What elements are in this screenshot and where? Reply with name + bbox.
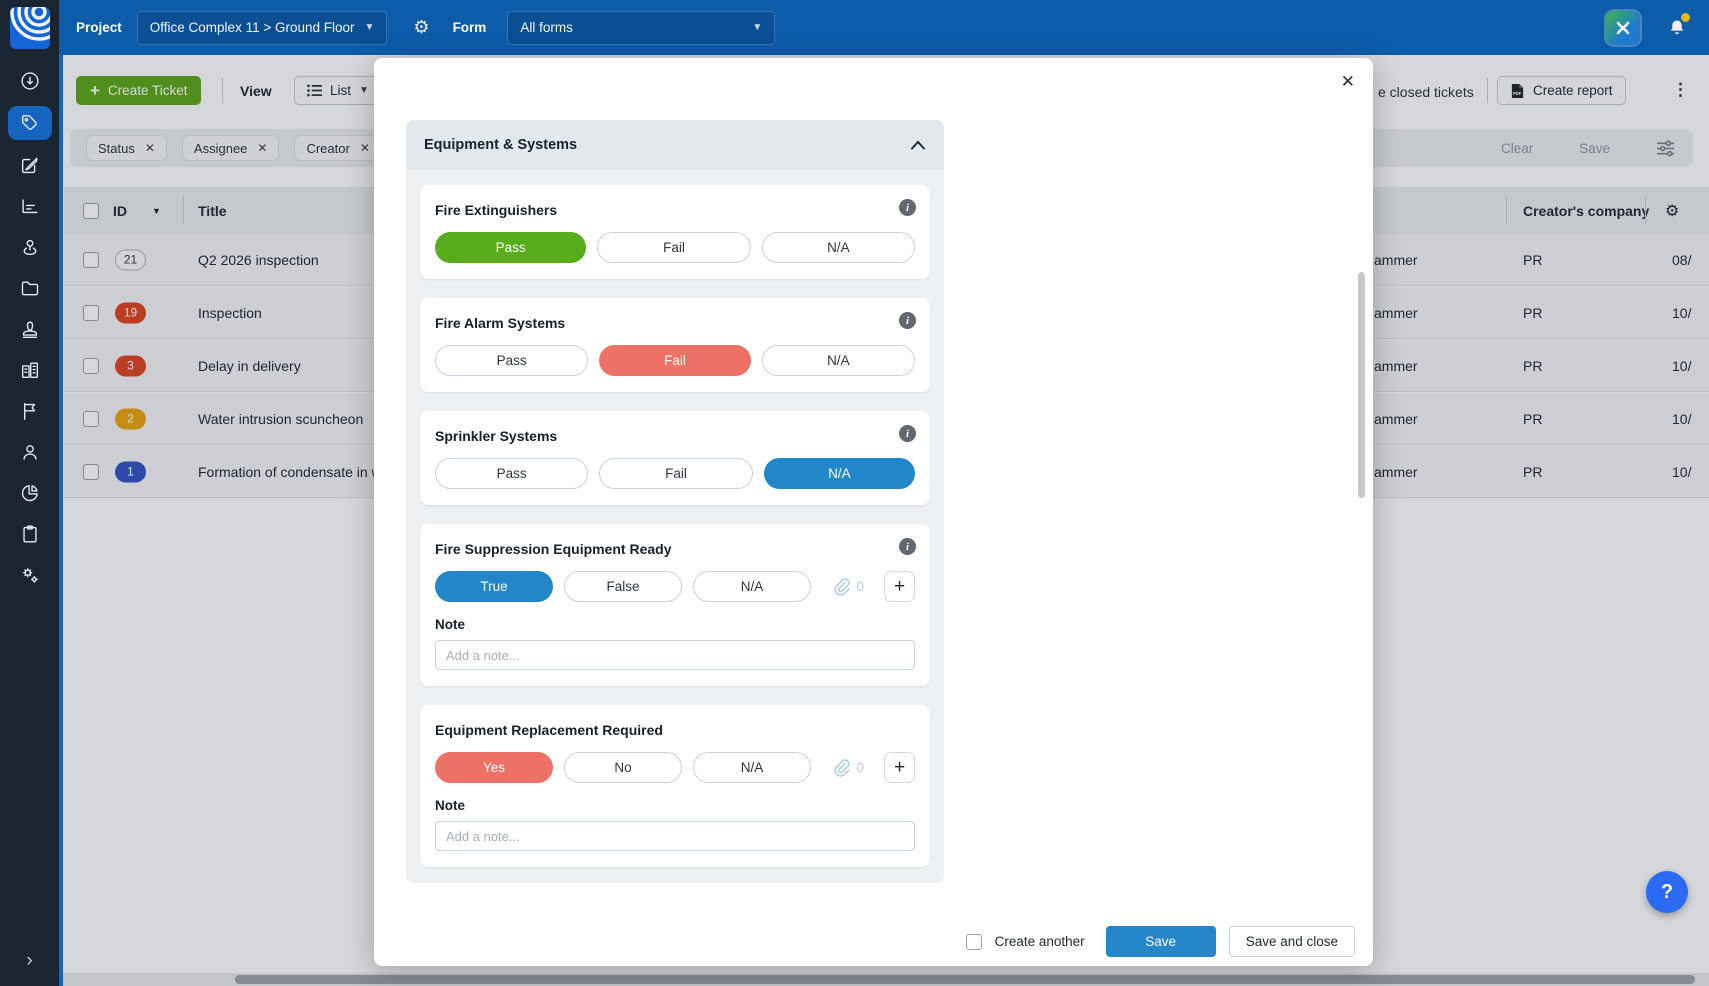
option-pass-button[interactable]: Pass bbox=[435, 458, 588, 489]
info-icon[interactable]: i bbox=[899, 538, 916, 555]
create-another-checkbox[interactable] bbox=[966, 934, 982, 950]
sidebar: › bbox=[0, 0, 59, 986]
sidebar-item-folder[interactable] bbox=[8, 272, 52, 304]
sidebar-item-analytics[interactable] bbox=[8, 190, 52, 222]
sidebar-expand-chevron-icon[interactable]: › bbox=[0, 950, 59, 972]
sidebar-item-clipboard[interactable] bbox=[8, 518, 52, 550]
field-label: Fire Suppression Equipment Ready bbox=[435, 541, 915, 557]
sidebar-item-tags[interactable] bbox=[8, 106, 52, 140]
form-edit-icon bbox=[19, 154, 41, 176]
option-n-a-button[interactable]: N/A bbox=[693, 571, 811, 602]
app-page: › Project Office Complex 11 > Ground Flo… bbox=[0, 0, 1709, 986]
flag-icon bbox=[19, 400, 41, 422]
folder-icon bbox=[19, 277, 41, 299]
field-card: Sprinkler Systemsi Pass Fail N/A bbox=[420, 411, 930, 505]
info-icon[interactable]: i bbox=[899, 312, 916, 329]
option-false-button[interactable]: False bbox=[564, 571, 682, 602]
field-label: Sprinkler Systems bbox=[435, 428, 915, 444]
add-attachment-button[interactable]: + bbox=[884, 752, 915, 783]
chevron-down-icon: ▼ bbox=[365, 22, 375, 33]
sidebar-item-stamp[interactable] bbox=[8, 313, 52, 345]
close-icon[interactable]: ✕ bbox=[1341, 72, 1355, 92]
project-dropdown[interactable]: Office Complex 11 > Ground Floor ▼ bbox=[137, 11, 388, 45]
note-input[interactable] bbox=[435, 640, 915, 670]
project-settings-gear-icon[interactable]: ⚙ bbox=[413, 17, 429, 38]
section-title: Equipment & Systems bbox=[424, 137, 577, 153]
help-button[interactable]: ? bbox=[1646, 871, 1688, 913]
option-true-button[interactable]: True bbox=[435, 571, 553, 602]
modal-scrollbar-thumb[interactable] bbox=[1358, 272, 1365, 498]
option-fail-button[interactable]: Fail bbox=[597, 232, 750, 263]
form-dropdown-value: All forms bbox=[520, 20, 573, 35]
user-location-icon bbox=[19, 236, 41, 258]
option-fail-button[interactable]: Fail bbox=[599, 345, 750, 376]
clipboard-icon bbox=[19, 523, 41, 545]
brand-logo-icon[interactable] bbox=[10, 7, 50, 49]
field-label: Fire Extinguishers bbox=[435, 202, 915, 218]
collapse-chevron-up-icon[interactable] bbox=[910, 140, 926, 150]
pie-chart-icon bbox=[19, 482, 41, 504]
modal-footer: Create another Save Save and close bbox=[966, 926, 1355, 957]
user-icon bbox=[19, 441, 41, 463]
save-and-close-button[interactable]: Save and close bbox=[1229, 926, 1355, 957]
project-label: Project bbox=[76, 20, 122, 35]
info-icon[interactable]: i bbox=[899, 199, 916, 216]
notifications-bell-icon[interactable] bbox=[1667, 17, 1687, 39]
attachment-count: 0 bbox=[856, 579, 864, 594]
section-header[interactable]: Equipment & Systems bbox=[406, 120, 944, 170]
notification-dot bbox=[1681, 13, 1690, 22]
info-icon[interactable]: i bbox=[899, 425, 916, 442]
add-attachment-button[interactable]: + bbox=[884, 571, 915, 602]
form-dropdown[interactable]: All forms ▼ bbox=[507, 11, 775, 45]
option-n-a-button[interactable]: N/A bbox=[693, 752, 811, 783]
option-n-a-button[interactable]: N/A bbox=[762, 345, 915, 376]
field-card: Equipment Replacement Required Yes No N/A 0 +… bbox=[420, 705, 930, 867]
sidebar-item-buildings[interactable] bbox=[8, 354, 52, 386]
app-switcher-icon[interactable] bbox=[1606, 11, 1640, 45]
sidebar-item-pie-chart[interactable] bbox=[8, 477, 52, 509]
buildings-icon bbox=[19, 359, 41, 381]
dashboard-icon bbox=[19, 70, 41, 92]
option-pass-button[interactable]: Pass bbox=[435, 345, 588, 376]
option-n-a-button[interactable]: N/A bbox=[762, 232, 915, 263]
stamp-icon bbox=[19, 318, 41, 340]
sidebar-item-dashboard[interactable] bbox=[8, 65, 52, 97]
sidebar-nav bbox=[8, 65, 52, 591]
project-dropdown-value: Office Complex 11 > Ground Floor bbox=[150, 20, 355, 35]
option-yes-button[interactable]: Yes bbox=[435, 752, 553, 783]
paperclip-icon[interactable] bbox=[832, 758, 850, 777]
field-card: Fire Extinguishersi Pass Fail N/A bbox=[420, 185, 930, 279]
option-no-button[interactable]: No bbox=[564, 752, 682, 783]
chevron-down-icon: ▼ bbox=[752, 22, 762, 33]
section-body: Fire ExtinguishersiPassFailN/AFire Alarm… bbox=[406, 170, 944, 883]
field-card: Fire Alarm Systemsi Pass Fail N/A bbox=[420, 298, 930, 392]
save-button[interactable]: Save bbox=[1106, 926, 1216, 957]
note-label: Note bbox=[435, 798, 915, 813]
sidebar-item-user[interactable] bbox=[8, 436, 52, 468]
option-n-a-button[interactable]: N/A bbox=[764, 458, 915, 489]
field-card: Fire Suppression Equipment Readyi True Fal… bbox=[420, 524, 930, 686]
create-another-label: Create another bbox=[995, 934, 1085, 949]
sidebar-item-form-edit[interactable] bbox=[8, 149, 52, 181]
field-label: Equipment Replacement Required bbox=[435, 722, 915, 738]
option-fail-button[interactable]: Fail bbox=[599, 458, 752, 489]
sidebar-item-settings-gears[interactable] bbox=[8, 559, 52, 591]
option-pass-button[interactable]: Pass bbox=[435, 232, 586, 263]
settings-gears-icon bbox=[19, 564, 41, 586]
form-label: Form bbox=[453, 20, 487, 35]
note-label: Note bbox=[435, 617, 915, 632]
field-label: Fire Alarm Systems bbox=[435, 315, 915, 331]
sidebar-item-flag[interactable] bbox=[8, 395, 52, 427]
analytics-icon bbox=[19, 195, 41, 217]
form-section: Equipment & Systems Fire ExtinguishersiP… bbox=[406, 120, 944, 883]
ticket-form-modal: ✕ Equipment & Systems Fire Extinguishers… bbox=[374, 58, 1373, 966]
paperclip-icon[interactable] bbox=[832, 577, 850, 596]
topbar: Project Office Complex 11 > Ground Floor… bbox=[59, 0, 1709, 55]
note-input[interactable] bbox=[435, 821, 915, 851]
attachment-count: 0 bbox=[856, 760, 864, 775]
sidebar-item-user-location[interactable] bbox=[8, 231, 52, 263]
tags-icon bbox=[19, 112, 41, 134]
